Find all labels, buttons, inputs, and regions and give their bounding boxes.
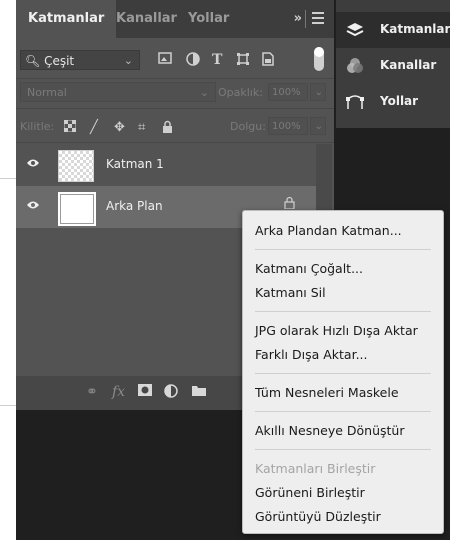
menu-separator	[255, 249, 431, 250]
adjustment-icon[interactable]	[186, 52, 200, 70]
image-icon[interactable]	[158, 52, 172, 68]
channels-icon	[346, 57, 364, 75]
menu-separator	[255, 311, 431, 312]
layer-name[interactable]: Arka Plan	[106, 199, 163, 213]
chevron-down-icon: ⌄	[123, 54, 133, 67]
menu-separator	[255, 411, 431, 412]
tab-overflow-button[interactable]: »	[294, 0, 302, 38]
context-menu: Arka Plandan Katman... Katmanı Çoğalt...…	[242, 210, 444, 534]
menu-item-layer-from-background[interactable]: Arka Plandan Katman...	[255, 223, 402, 238]
opacity-dropdown[interactable]: ⌄	[310, 83, 326, 101]
panel-tabs: Katmanlar Kanallar Yollar »	[16, 0, 334, 38]
mask-icon[interactable]	[138, 384, 152, 400]
divider	[16, 142, 334, 143]
layer-thumbnail	[58, 150, 94, 182]
tab-channels[interactable]: Kanallar	[116, 0, 177, 38]
fx-icon[interactable]: fx	[112, 384, 125, 400]
opacity-input[interactable]: 100%	[268, 83, 308, 101]
layer-filter-select[interactable]: 🔍︎ Çeşit ⌄	[20, 50, 140, 70]
blend-mode-select[interactable]: Normal ⌄	[20, 82, 216, 102]
dock-item-paths[interactable]: Yollar	[336, 84, 450, 120]
filter-toggle[interactable]	[314, 47, 324, 71]
divider	[16, 78, 334, 79]
menu-item-delete-layer[interactable]: Katmanı Sil	[255, 285, 326, 300]
brush-icon[interactable]: ╱	[90, 120, 98, 135]
search-icon: 🔍︎	[25, 54, 41, 68]
paths-icon	[346, 93, 364, 111]
menu-item-export-as[interactable]: Farklı Dışa Aktar...	[255, 347, 368, 362]
chevron-down-icon: ⌄	[314, 87, 323, 98]
layer-thumbnail	[58, 192, 96, 226]
lock-transparent-icon[interactable]	[63, 119, 77, 136]
dock-item-layers[interactable]: Katmanlar	[336, 12, 450, 48]
menu-separator	[255, 449, 431, 450]
fill-input[interactable]: 100%	[268, 117, 308, 135]
panel-menu-icon[interactable]	[312, 12, 324, 24]
eye-icon[interactable]	[26, 200, 40, 210]
layer-row[interactable]: Katman 1	[16, 144, 316, 186]
eye-icon[interactable]	[26, 158, 40, 168]
menu-item-flatten-image[interactable]: Görüntüyü Düzleştir	[255, 509, 381, 524]
dock-item-label: Kanallar	[380, 58, 437, 72]
move-icon[interactable]: ✥	[114, 120, 125, 135]
tab-paths[interactable]: Yollar	[188, 0, 229, 38]
folder-icon[interactable]	[192, 384, 206, 400]
tab-layers[interactable]: Katmanlar	[16, 0, 117, 38]
menu-item-mask-all-objects[interactable]: Tüm Nesneleri Maskele	[255, 385, 399, 400]
type-icon[interactable]: T	[212, 52, 222, 68]
artboard-icon[interactable]: ⌗	[138, 120, 145, 135]
link-icon[interactable]: ⚭	[86, 384, 98, 400]
chevron-down-icon: ⌄	[199, 86, 209, 99]
fill-dropdown[interactable]: ⌄	[310, 117, 326, 135]
lock-label: Kilitle:	[20, 120, 55, 133]
blend-mode-value: Normal	[27, 86, 67, 99]
adjustment-layer-icon[interactable]	[164, 384, 178, 402]
divider	[16, 108, 334, 109]
layer-name[interactable]: Katman 1	[106, 157, 164, 171]
menu-separator	[255, 373, 431, 374]
chevron-down-icon: ⌄	[314, 121, 323, 132]
smart-object-icon[interactable]	[262, 52, 274, 70]
layers-icon	[346, 21, 364, 39]
lock-icon[interactable]	[162, 120, 173, 137]
fill-label: Dolgu:	[230, 120, 266, 133]
dock-item-channels[interactable]: Kanallar	[336, 48, 450, 84]
menu-item-convert-to-smart-object[interactable]: Akıllı Nesneye Dönüştür	[255, 423, 404, 438]
tab-divider	[305, 10, 306, 28]
opacity-label: Opaklık:	[218, 86, 263, 99]
menu-item-quick-export-jpg[interactable]: JPG olarak Hızlı Dışa Aktar	[255, 323, 418, 338]
collapsed-panel-dock: Katmanlar Kanallar Yollar	[336, 0, 450, 128]
menu-item-merge-layers: Katmanları Birleştir	[255, 461, 376, 476]
shape-icon[interactable]	[236, 52, 250, 70]
menu-item-merge-visible[interactable]: Görüneni Birleştir	[255, 485, 365, 500]
filter-label: Çeşit	[44, 54, 75, 68]
menu-item-duplicate-layer[interactable]: Katmanı Çoğalt...	[255, 261, 363, 276]
dock-item-label: Yollar	[380, 94, 419, 108]
dock-item-label: Katmanlar	[380, 22, 451, 36]
